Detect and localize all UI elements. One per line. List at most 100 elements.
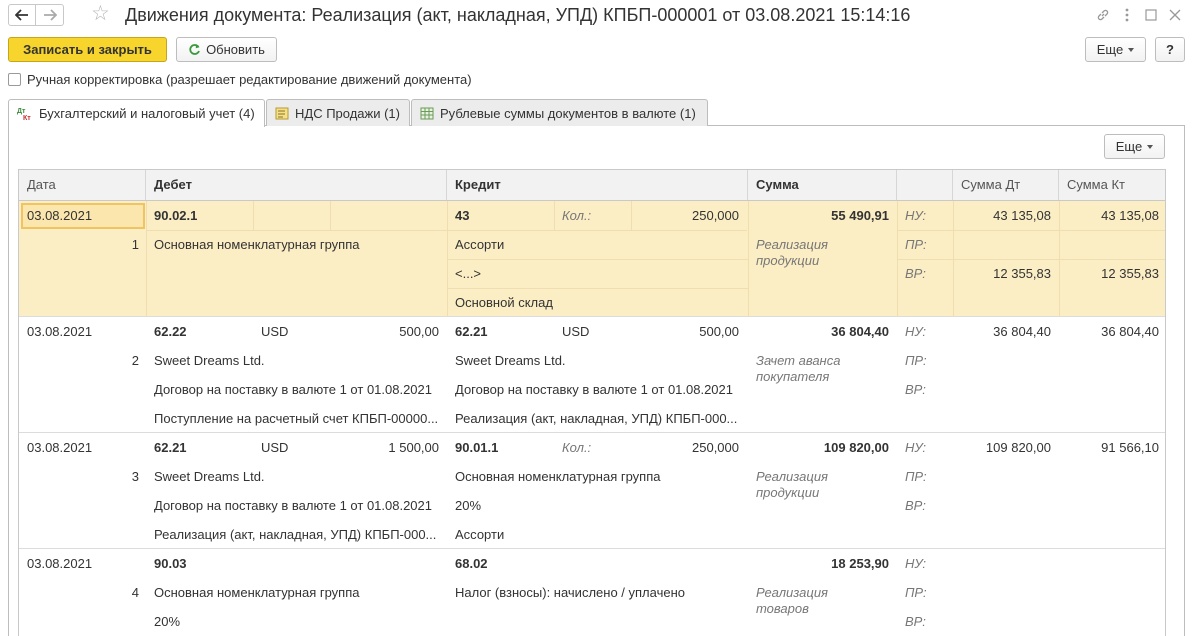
line-number-cell[interactable]: 3 xyxy=(27,462,139,491)
mark-vr[interactable]: ВР: xyxy=(905,259,950,288)
sum-dt-nu-cell[interactable]: 43 135,08 xyxy=(961,201,1051,230)
debit-subconto-cell[interactable]: Основная номенклатурная группа xyxy=(154,230,442,259)
mark-vr[interactable]: ВР: xyxy=(905,607,950,636)
mark-nu[interactable]: НУ: xyxy=(905,549,950,578)
mark-pr[interactable]: ПР: xyxy=(905,578,950,607)
sum-kt-nu-cell[interactable]: 91 566,10 xyxy=(1067,433,1159,462)
debit-amount-cell[interactable]: 1 500,00 xyxy=(339,433,439,462)
credit-account-cell[interactable]: 68.02 xyxy=(455,549,545,578)
sum-cell[interactable]: 36 804,40 xyxy=(756,317,889,346)
help-button[interactable]: ? xyxy=(1155,37,1185,62)
debit-subconto-cell[interactable]: 20% xyxy=(154,607,442,636)
debit-subconto-cell[interactable]: Основная номенклатурная группа xyxy=(154,578,442,607)
credit-subconto-cell[interactable]: Договор на поставку в валюте 1 от 01.08.… xyxy=(455,375,743,404)
sum-cell[interactable]: 55 490,91 xyxy=(756,201,889,230)
debit-subconto-cell[interactable]: Договор на поставку в валюте 1 от 01.08.… xyxy=(154,375,442,404)
refresh-button[interactable]: Обновить xyxy=(176,37,277,62)
link-icon[interactable] xyxy=(1091,5,1115,25)
sum-dt-vr-cell[interactable]: 12 355,83 xyxy=(961,259,1051,288)
credit-subconto-cell[interactable]: <...> xyxy=(455,259,743,288)
col-credit[interactable]: Кредит xyxy=(447,170,748,200)
maximize-icon[interactable] xyxy=(1139,5,1163,25)
debit-subconto-cell[interactable]: Поступление на расчетный счет КПБП-00000… xyxy=(154,404,442,433)
credit-subconto-cell[interactable]: Основная номенклатурная группа xyxy=(455,462,743,491)
table-row[interactable]: 03.08.2021 3 62.21 USD 1 500,00 Sweet Dreams … xyxy=(19,433,1165,549)
mark-vr[interactable]: ВР: xyxy=(905,491,950,520)
favorite-star-icon[interactable]: ☆ xyxy=(91,2,110,26)
col-sum[interactable]: Сумма xyxy=(748,170,897,200)
credit-currency-cell[interactable]: USD xyxy=(562,317,622,346)
mark-vr[interactable]: ВР: xyxy=(905,375,950,404)
credit-account-cell[interactable]: 90.01.1 xyxy=(455,433,545,462)
credit-qty-label[interactable]: Кол.: xyxy=(562,433,622,462)
line-number-cell[interactable]: 1 xyxy=(27,230,139,259)
title-bar: ☆ Движения документа: Реализация (акт, н… xyxy=(0,0,1193,32)
credit-subconto-cell[interactable]: Налог (взносы): начислено / уплачено xyxy=(455,578,743,607)
date-cell[interactable]: 03.08.2021 xyxy=(27,317,142,346)
content-cell[interactable]: Реализация продукции xyxy=(756,237,856,269)
sum-dt-nu-cell[interactable]: 36 804,40 xyxy=(961,317,1051,346)
credit-subconto-cell[interactable]: Sweet Dreams Ltd. xyxy=(455,346,743,375)
content-cell[interactable]: Реализация товаров xyxy=(756,585,856,617)
content-cell[interactable]: Реализация продукции xyxy=(756,469,856,501)
sum-cell[interactable]: 18 253,90 xyxy=(756,549,889,578)
col-date[interactable]: Дата xyxy=(19,170,146,200)
credit-account-cell[interactable]: 43 xyxy=(455,201,545,230)
date-cell[interactable]: 03.08.2021 xyxy=(27,549,142,578)
mark-pr[interactable]: ПР: xyxy=(905,346,950,375)
date-cell[interactable]: 03.08.2021 xyxy=(27,201,142,230)
col-debit[interactable]: Дебет xyxy=(146,170,447,200)
debit-account-cell[interactable]: 62.22 xyxy=(154,317,244,346)
credit-subconto-cell[interactable]: Ассорти xyxy=(455,230,743,259)
table-row[interactable]: 03.08.2021 1 90.02.1 Основная номенклатурна… xyxy=(19,201,1165,317)
close-icon[interactable] xyxy=(1163,5,1187,25)
sum-kt-nu-cell[interactable]: 43 135,08 xyxy=(1067,201,1159,230)
debit-currency-cell[interactable]: USD xyxy=(261,317,321,346)
mark-pr[interactable]: ПР: xyxy=(905,462,950,491)
save-and-close-button[interactable]: Записать и закрыть xyxy=(8,37,167,62)
forward-button[interactable] xyxy=(36,4,64,26)
line-number-cell[interactable]: 4 xyxy=(27,578,139,607)
grid-more-button[interactable]: Еще xyxy=(1104,134,1165,159)
credit-qty-label[interactable]: Кол.: xyxy=(562,201,622,230)
sum-kt-vr-cell[interactable]: 12 355,83 xyxy=(1067,259,1159,288)
credit-amount-cell[interactable]: 500,00 xyxy=(639,317,739,346)
table-row[interactable]: 03.08.2021 4 90.03 Основная номенклатурная … xyxy=(19,549,1165,636)
back-button[interactable] xyxy=(8,4,36,26)
sum-dt-nu-cell[interactable]: 109 820,00 xyxy=(961,433,1051,462)
tab-ruble-sums[interactable]: Рублевые суммы документов в валюте (1) xyxy=(411,99,708,126)
sum-kt-nu-cell[interactable]: 36 804,40 xyxy=(1067,317,1159,346)
debit-subconto-cell[interactable]: Sweet Dreams Ltd. xyxy=(154,346,442,375)
mark-nu[interactable]: НУ: xyxy=(905,433,950,462)
content-cell[interactable]: Зачет аванса покупателя xyxy=(756,353,856,385)
date-cell[interactable]: 03.08.2021 xyxy=(27,433,142,462)
line-number-cell[interactable]: 2 xyxy=(27,346,139,375)
credit-amount-cell[interactable]: 250,000 xyxy=(639,433,739,462)
manual-edit-checkbox[interactable] xyxy=(8,73,21,86)
more-button[interactable]: Еще xyxy=(1085,37,1146,62)
credit-subconto-cell[interactable]: Основной склад xyxy=(455,288,743,317)
col-sum-dt[interactable]: Сумма Дт xyxy=(953,170,1059,200)
debit-account-cell[interactable]: 62.21 xyxy=(154,433,244,462)
debit-account-cell[interactable]: 90.02.1 xyxy=(154,201,244,230)
credit-account-cell[interactable]: 62.21 xyxy=(455,317,545,346)
debit-subconto-cell[interactable]: Договор на поставку в валюте 1 от 01.08.… xyxy=(154,491,442,520)
mark-pr[interactable]: ПР: xyxy=(905,230,950,259)
debit-account-cell[interactable]: 90.03 xyxy=(154,549,244,578)
table-row[interactable]: 03.08.2021 2 62.22 USD 500,00 Sweet Dreams Lt… xyxy=(19,317,1165,433)
credit-subconto-cell[interactable]: Ассорти xyxy=(455,520,743,549)
more-menu-icon[interactable] xyxy=(1115,5,1139,25)
mark-nu[interactable]: НУ: xyxy=(905,317,950,346)
col-sum-kt[interactable]: Сумма Кт xyxy=(1059,170,1165,200)
mark-nu[interactable]: НУ: xyxy=(905,201,950,230)
debit-subconto-cell[interactable]: Реализация (акт, накладная, УПД) КПБП-00… xyxy=(154,520,442,549)
credit-subconto-cell[interactable]: Реализация (акт, накладная, УПД) КПБП-00… xyxy=(455,404,743,433)
debit-amount-cell[interactable]: 500,00 xyxy=(339,317,439,346)
tab-vat-sales[interactable]: НДС Продажи (1) xyxy=(266,99,410,126)
credit-amount-cell[interactable]: 250,000 xyxy=(639,201,739,230)
tab-accounting[interactable]: Дт Кт Бухгалтерский и налоговый учет (4) xyxy=(8,99,265,127)
debit-subconto-cell[interactable]: Sweet Dreams Ltd. xyxy=(154,462,442,491)
sum-cell[interactable]: 109 820,00 xyxy=(756,433,889,462)
debit-currency-cell[interactable]: USD xyxy=(261,433,321,462)
credit-subconto-cell[interactable]: 20% xyxy=(455,491,743,520)
